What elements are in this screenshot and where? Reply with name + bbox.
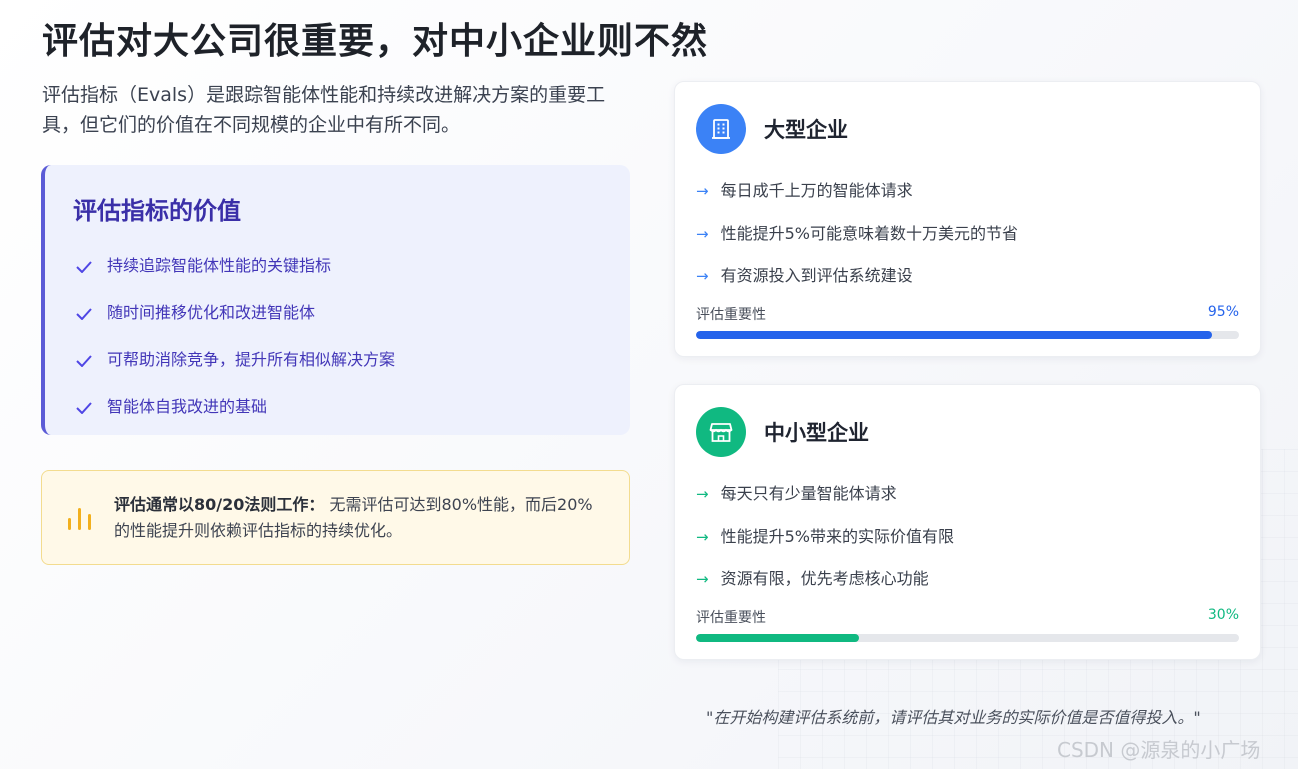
list-item: 可帮助消除竞争，提升所有相似解决方案: [73, 334, 630, 381]
importance-meter: 评估重要性 30%: [696, 607, 1239, 642]
intro-text: 评估指标（Evals）是跟踪智能体性能和持续改进解决方案的重要工具，但它们的价值…: [42, 84, 606, 136]
list-item: → 每日成千上万的智能体请求: [696, 168, 1018, 211]
card-title: 大型企业: [764, 118, 848, 142]
list-item: → 性能提升5%带来的实际价值有限: [696, 514, 954, 557]
list-item-label: 性能提升5%可能意味着数十万美元的节省: [720, 223, 1018, 243]
card-header: 中小型企业: [696, 407, 869, 457]
arrow-right-icon: →: [696, 267, 709, 286]
note-text: 评估通常以80/20法则工作： 无需评估可达到80%性能，而后20%的性能提升则…: [114, 492, 603, 544]
importance-meter: 评估重要性 95%: [696, 304, 1239, 339]
small-business-card: 中小型企业 → 每天只有少量智能体请求 → 性能提升5%带来的实际价值有限 → 资源有…: [674, 384, 1261, 660]
arrow-right-icon: →: [696, 485, 709, 504]
meter-percent: 30%: [1207, 607, 1239, 623]
note-box: 评估通常以80/20法则工作： 无需评估可达到80%性能，而后20%的性能提升则…: [41, 470, 630, 565]
card-list: → 每天只有少量智能体请求 → 性能提升5%带来的实际价值有限 → 资源有限，优先考虑…: [696, 471, 954, 599]
list-item-label: 资源有限，优先考虑核心功能: [720, 569, 929, 589]
list-item-label: 持续追踪智能体性能的关键指标: [107, 255, 332, 275]
meter-label: 评估重要性: [696, 610, 766, 626]
list-item-label: 每日成千上万的智能体请求: [720, 181, 913, 201]
value-list: 持续追踪智能体性能的关键指标 随时间推移优化和改进智能体 可帮助消除竞争，提升所…: [73, 240, 630, 428]
arrow-right-icon: →: [696, 570, 709, 589]
store-icon: [696, 407, 746, 457]
list-item: → 有资源投入到评估系统建设: [696, 253, 1018, 296]
check-icon: [73, 350, 95, 372]
bar-chart-icon: [64, 502, 96, 534]
arrow-right-icon: →: [696, 182, 709, 201]
list-item: → 资源有限，优先考虑核心功能: [696, 556, 954, 599]
value-box: 评估指标的价值 持续追踪智能体性能的关键指标 随时间推移优化和改进智能体 可帮助…: [41, 165, 630, 435]
check-icon: [73, 303, 95, 325]
note-bold: 评估通常以80/20法则工作：: [114, 494, 325, 514]
meter-percent: 95%: [1207, 304, 1239, 320]
list-item-label: 随时间推移优化和改进智能体: [107, 302, 316, 322]
building-icon: [696, 104, 746, 154]
list-item: 随时间推移优化和改进智能体: [73, 287, 630, 334]
check-icon: [73, 397, 95, 419]
list-item: → 每天只有少量智能体请求: [696, 471, 954, 514]
card-header: 大型企业: [696, 104, 848, 154]
quote-text: "在开始构建评估系统前，请评估其对业务的实际价值是否值得投入。": [706, 708, 1201, 727]
list-item: 持续追踪智能体性能的关键指标: [73, 240, 630, 287]
list-item-label: 智能体自我改进的基础: [107, 396, 268, 416]
list-item-label: 性能提升5%带来的实际价值有限: [720, 526, 954, 546]
value-box-heading: 评估指标的价值: [73, 197, 241, 225]
list-item: 智能体自我改进的基础: [73, 381, 630, 428]
list-item-label: 可帮助消除竞争，提升所有相似解决方案: [107, 349, 396, 369]
list-item: → 性能提升5%可能意味着数十万美元的节省: [696, 211, 1018, 254]
list-item-label: 有资源投入到评估系统建设: [720, 266, 913, 286]
meter-label: 评估重要性: [696, 307, 766, 323]
meter-fill: [696, 634, 859, 642]
page-title: 评估对大公司很重要，对中小企业则不然: [42, 21, 709, 62]
arrow-right-icon: →: [696, 527, 709, 546]
large-enterprise-card: 大型企业 → 每日成千上万的智能体请求 → 性能提升5%可能意味着数十万美元的节省 …: [674, 81, 1261, 357]
check-icon: [73, 256, 95, 278]
meter-track: [696, 634, 1239, 642]
meter-track: [696, 331, 1239, 339]
arrow-right-icon: →: [696, 224, 709, 243]
meter-fill: [696, 331, 1212, 339]
card-title: 中小型企业: [764, 421, 869, 445]
card-list: → 每日成千上万的智能体请求 → 性能提升5%可能意味着数十万美元的节省 → 有资源投…: [696, 168, 1018, 296]
watermark: CSDN @源泉的小广场: [1057, 738, 1261, 762]
list-item-label: 每天只有少量智能体请求: [720, 484, 897, 504]
